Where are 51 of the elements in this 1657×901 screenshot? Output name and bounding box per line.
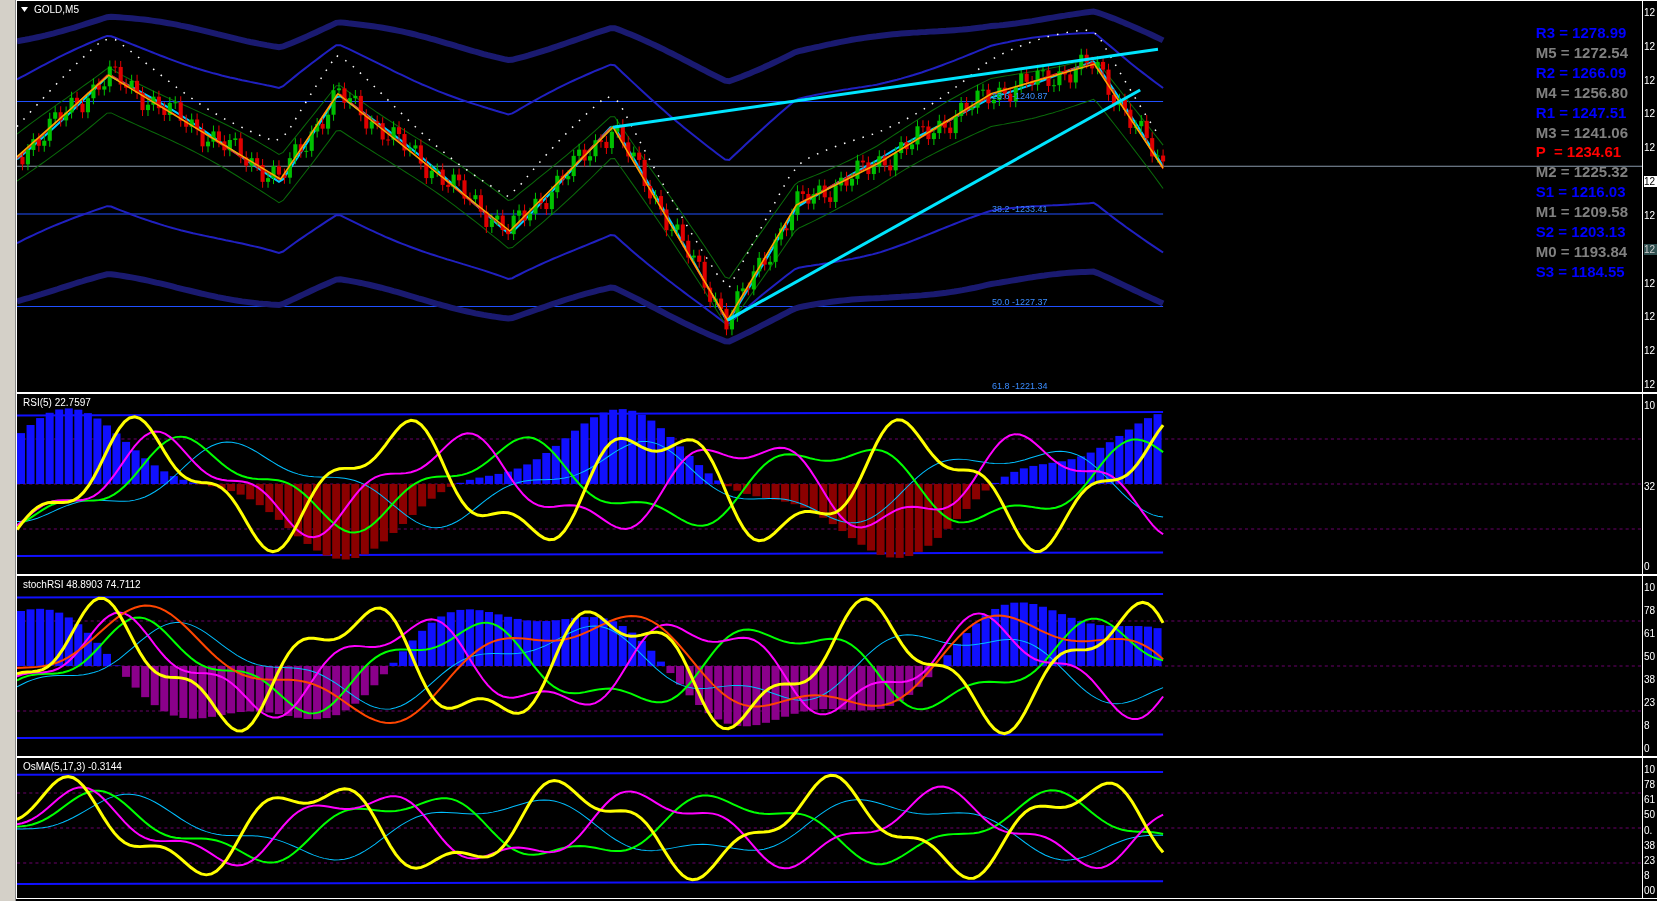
pivot-level-label: S3 = 1184.55 [1535, 261, 1626, 282]
price-axis-label: 12 [1644, 209, 1657, 221]
indicator-axis-label: 10 [1644, 582, 1657, 593]
indicator-axis-label: 0 [1644, 561, 1651, 572]
indicator-axis-label: 38 [1644, 839, 1657, 851]
pivot-level-label: M5 = 1272.54 [1535, 42, 1628, 63]
pivot-level-label: S2 = 1203.13 [1535, 222, 1627, 242]
pivot-level-label: M2 = 1225.32 [1535, 162, 1628, 183]
fibonacci-level-label: 61.8 -1221.34 [992, 381, 1048, 391]
pivot-level-label: M1 = 1209.58 [1535, 202, 1628, 223]
indicator-axis-label: 10 [1644, 400, 1657, 411]
pivot-level-label: P = 1234.61 [1535, 142, 1623, 163]
pivot-level-label: M0 = 1193.84 [1535, 241, 1628, 262]
indicator-axis-label: 78 [1644, 779, 1657, 791]
indicator-axis-label: 8 [1644, 869, 1651, 881]
indicator-axis-label: 61 [1644, 794, 1657, 806]
price-axis-label: 12 [1644, 74, 1657, 86]
indicator-title: OsMA(5,17,3) -0.3144 [21, 761, 124, 772]
indicator-axis-label: 50 [1644, 651, 1657, 662]
price-axis-label: 12 [1644, 311, 1657, 323]
price-axis-label: 12 [1644, 277, 1657, 289]
price-axis-label: 12 [1644, 345, 1657, 357]
indicator-axis-label: 0 [1644, 743, 1651, 754]
indicator-axis-label: 00 [1644, 885, 1657, 896]
price-axis-label: 12 [1644, 108, 1657, 120]
pivot-level-label: M3 = 1241.06 [1535, 122, 1628, 143]
indicator-axis-label: 50 [1644, 809, 1657, 821]
indicator-axis-label: 23 [1644, 854, 1657, 866]
price-axis-label: 12 [1644, 7, 1657, 18]
indicator-axis-label: 78 [1644, 605, 1657, 616]
pivot-level-label: S1 = 1216.03 [1535, 182, 1627, 203]
pivot-level-label: M4 = 1256.80 [1535, 82, 1628, 103]
indicator-axis-label: 8 [1644, 720, 1651, 731]
indicator-axis-label: 61 [1644, 628, 1657, 639]
price-axis-label: 12 [1644, 40, 1657, 52]
indicator-axis-label: 23 [1644, 697, 1657, 708]
indicator-axis-label: 10 [1644, 764, 1657, 775]
price-axis-label: 12 [1644, 378, 1657, 390]
chart-symbol-title: GOLD,M5 [32, 4, 81, 15]
indicator-axis-label: 38 [1644, 674, 1657, 685]
pivot-level-label: R2 = 1266.09 [1535, 62, 1628, 83]
fibonacci-level-label: 50.0 -1227.37 [992, 297, 1048, 307]
pivot-level-label: R3 = 1278.99 [1535, 23, 1628, 43]
price-axis-label: 12 [1644, 176, 1657, 188]
price-axis-label: 12 [1644, 142, 1657, 154]
indicator-axis-label: 0. [1644, 824, 1654, 836]
pivot-level-label: R1 = 1247.51 [1535, 102, 1628, 123]
indicator-title: stochRSI 48.8903 74.7112 [21, 579, 143, 590]
indicator-axis-label: 32 [1644, 480, 1657, 492]
price-axis-label: 12 [1644, 243, 1657, 255]
indicator-title: RSI(5) 22.7597 [21, 397, 93, 408]
